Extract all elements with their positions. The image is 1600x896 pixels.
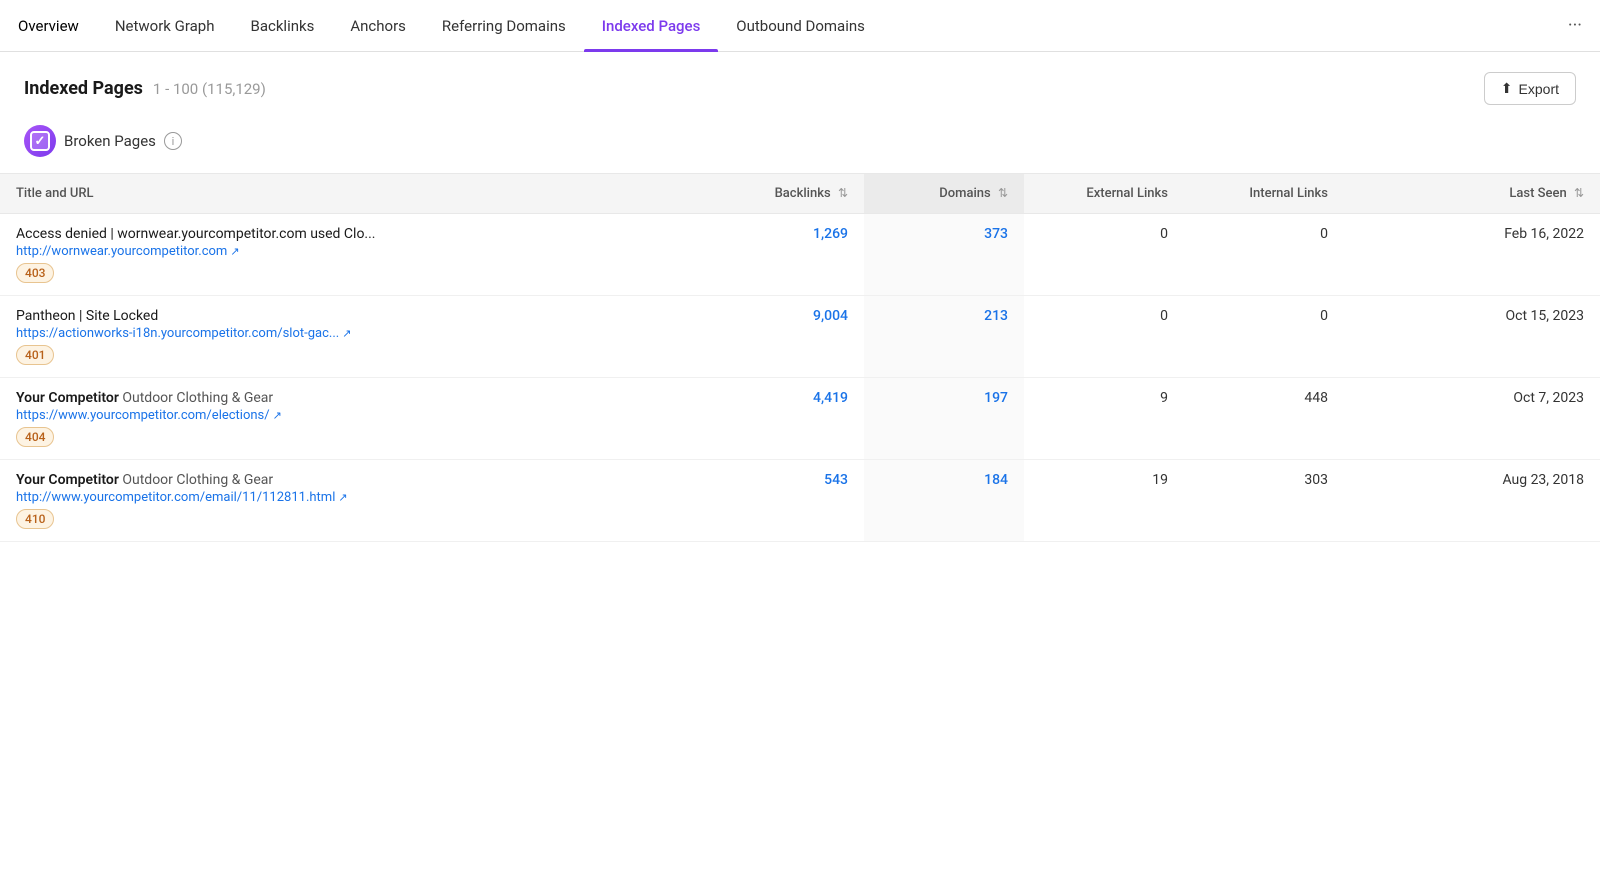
nav-more-button[interactable]: ··· (1550, 0, 1600, 52)
table-header-row: Title and URL Backlinks ⇅ Domains ⇅ Exte… (0, 174, 1600, 214)
export-label: Export (1519, 81, 1559, 97)
nav-item-backlinks[interactable]: Backlinks (232, 0, 332, 52)
col-header-domains[interactable]: Domains ⇅ (864, 174, 1024, 214)
cell-internal-links-1: 0 (1184, 296, 1344, 378)
info-icon[interactable]: i (164, 132, 182, 150)
col-header-last-seen[interactable]: Last Seen ⇅ (1344, 174, 1600, 214)
table-row: Pantheon | Site Locked https://actionwork… (0, 296, 1600, 378)
table-row: Your Competitor Outdoor Clothing & Gear h… (0, 460, 1600, 542)
domains-sort-icon: ⇅ (998, 186, 1008, 200)
cell-backlinks-0[interactable]: 1,269 (704, 214, 864, 296)
external-link-icon-1: ↗ (342, 327, 351, 340)
cell-backlinks-1[interactable]: 9,004 (704, 296, 864, 378)
cell-internal-links-3: 303 (1184, 460, 1344, 542)
table-row: Access denied | wornwear.yourcompetitor.… (0, 214, 1600, 296)
row-url-2[interactable]: https://www.yourcompetitor.com/elections… (16, 408, 688, 423)
cell-external-links-2: 9 (1024, 378, 1184, 460)
cell-domains-3[interactable]: 184 (864, 460, 1024, 542)
nav-item-outbound-domains[interactable]: Outbound Domains (718, 0, 883, 52)
export-icon: ⬆ (1501, 80, 1513, 97)
page-header: Indexed Pages 1 - 100 (115,129) ⬆ Export (0, 52, 1600, 121)
cell-last-seen-2: Oct 7, 2023 (1344, 378, 1600, 460)
cell-title-url-3: Your Competitor Outdoor Clothing & Gear h… (0, 460, 704, 542)
cell-domains-0[interactable]: 373 (864, 214, 1024, 296)
cell-last-seen-0: Feb 16, 2022 (1344, 214, 1600, 296)
cell-last-seen-1: Oct 15, 2023 (1344, 296, 1600, 378)
nav-item-referring-domains[interactable]: Referring Domains (424, 0, 584, 52)
cell-last-seen-3: Aug 23, 2018 (1344, 460, 1600, 542)
cell-title-url-0: Access denied | wornwear.yourcompetitor.… (0, 214, 704, 296)
status-badge-3: 410 (16, 509, 54, 529)
last-seen-sort-icon: ⇅ (1574, 186, 1584, 200)
cell-external-links-3: 19 (1024, 460, 1184, 542)
table-container: Title and URL Backlinks ⇅ Domains ⇅ Exte… (0, 173, 1600, 542)
col-header-backlinks[interactable]: Backlinks ⇅ (704, 174, 864, 214)
status-badge-0: 403 (16, 263, 54, 283)
page-title-area: Indexed Pages 1 - 100 (115,129) (24, 78, 266, 99)
row-url-1[interactable]: https://actionworks-i18n.yourcompetitor.… (16, 326, 688, 341)
cell-domains-2[interactable]: 197 (864, 378, 1024, 460)
col-header-external-links: External Links (1024, 174, 1184, 214)
nav-item-network-graph[interactable]: Network Graph (97, 0, 233, 52)
filter-bar: ✓ Broken Pages i (0, 121, 1600, 173)
backlinks-sort-icon: ⇅ (838, 186, 848, 200)
info-icon-text: i (172, 135, 175, 148)
row-title-2: Your Competitor Outdoor Clothing & Gear (16, 390, 576, 406)
broken-pages-label: Broken Pages (64, 132, 156, 150)
status-badge-1: 401 (16, 345, 54, 365)
external-link-icon-0: ↗ (230, 245, 239, 258)
cell-external-links-1: 0 (1024, 296, 1184, 378)
row-title-3: Your Competitor Outdoor Clothing & Gear (16, 472, 576, 488)
cell-backlinks-3[interactable]: 543 (704, 460, 864, 542)
external-link-icon-2: ↗ (273, 409, 282, 422)
cell-domains-1[interactable]: 213 (864, 296, 1024, 378)
row-url-0[interactable]: http://wornwear.yourcompetitor.com↗ (16, 244, 688, 259)
status-badge-2: 404 (16, 427, 54, 447)
checkmark-icon: ✓ (35, 135, 46, 148)
cell-title-url-2: Your Competitor Outdoor Clothing & Gear h… (0, 378, 704, 460)
nav-bar: Overview Network Graph Backlinks Anchors… (0, 0, 1600, 52)
col-header-title-url: Title and URL (0, 174, 704, 214)
broken-pages-checkbox[interactable]: ✓ (24, 125, 56, 157)
col-header-internal-links: Internal Links (1184, 174, 1344, 214)
cell-title-url-1: Pantheon | Site Locked https://actionwork… (0, 296, 704, 378)
nav-item-indexed-pages[interactable]: Indexed Pages (584, 0, 719, 52)
indexed-pages-table: Title and URL Backlinks ⇅ Domains ⇅ Exte… (0, 173, 1600, 542)
page-range: 1 - 100 (115,129) (153, 80, 266, 98)
cell-backlinks-2[interactable]: 4,419 (704, 378, 864, 460)
checkbox-inner: ✓ (30, 131, 50, 151)
page-title: Indexed Pages (24, 78, 143, 99)
cell-internal-links-2: 448 (1184, 378, 1344, 460)
nav-item-anchors[interactable]: Anchors (332, 0, 424, 52)
cell-external-links-0: 0 (1024, 214, 1184, 296)
cell-internal-links-0: 0 (1184, 214, 1344, 296)
row-title-0: Access denied | wornwear.yourcompetitor.… (16, 226, 576, 242)
external-link-icon-3: ↗ (338, 491, 347, 504)
row-title-1: Pantheon | Site Locked (16, 308, 576, 324)
nav-item-overview[interactable]: Overview (0, 0, 97, 52)
export-button[interactable]: ⬆ Export (1484, 72, 1576, 105)
table-row: Your Competitor Outdoor Clothing & Gear h… (0, 378, 1600, 460)
row-url-3[interactable]: http://www.yourcompetitor.com/email/11/1… (16, 490, 688, 505)
